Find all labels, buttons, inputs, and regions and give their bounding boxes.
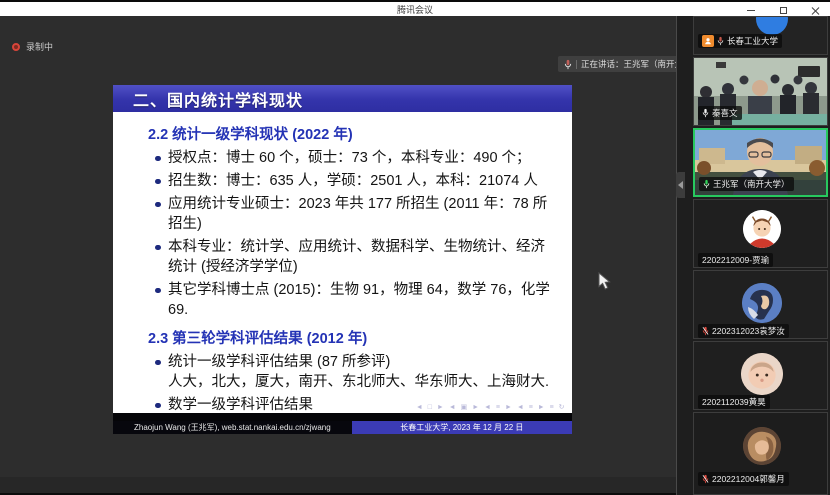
avatar — [743, 427, 781, 465]
bullet-line: 人大，北大，厦大，南开、东北师大、华东师大、上海财大. — [168, 372, 554, 392]
mic-icon — [702, 108, 709, 118]
recording-label: 录制中 — [26, 40, 53, 53]
shared-screen-area: 录制中 正在讲话：王兆军（南开大学）； 二、国内统计学科现状 2.2 统计一级学… — [0, 16, 676, 477]
participant-name-badge: 2202312023袁梦汝 — [698, 324, 789, 338]
mic-active-icon — [703, 179, 710, 189]
slide-body: 2.2 统计一级学科现状 (2022 年) 授权点：博士 60 个，硕士：73 … — [113, 112, 572, 413]
bullet-item: 应用统计专业硕士：2023 年共 177 所招生 (2011 年：78 所招生) — [155, 194, 554, 234]
host-icon — [702, 35, 714, 47]
participant-name-badge: 秦喜文 — [698, 106, 742, 120]
minimize-button[interactable] — [744, 4, 758, 16]
maximize-button[interactable] — [776, 4, 790, 16]
slide-title: 二、国内统计学科现状 — [133, 87, 303, 111]
mic-icon — [564, 59, 572, 70]
avatar — [743, 210, 781, 248]
participant-name: 王兆军（南开大学） — [713, 178, 790, 190]
window-title-bar: 腾讯会议 — [0, 0, 830, 16]
slide-footer: Zhaojun Wang (王兆军), web.stat.nankai.edu.… — [113, 421, 572, 434]
participant-name: 2202312023袁梦汝 — [712, 325, 785, 337]
participant-name: 长春工业大学 — [727, 35, 778, 47]
participant-name-badge: 长春工业大学 — [698, 34, 782, 48]
slide-title-bar: 二、国内统计学科现状 — [113, 85, 572, 112]
bullet-item: 本科专业：统计学、应用统计、数据科学、生物统计、经济统计 (授经济学学位) — [155, 237, 554, 277]
mic-icon — [717, 36, 724, 46]
participant-tile[interactable]: 2202212004郭馨月 — [693, 412, 828, 495]
bullet-item: 授权点：博士 60 个，硕士：73 个，本科专业：490 个； — [155, 148, 554, 168]
divider — [576, 60, 577, 69]
section-heading-22: 2.2 统计一级学科现状 (2022 年) — [148, 125, 562, 145]
participant-name-badge: 2202112039黄昊 — [698, 395, 770, 409]
participant-name: 2202212004郭馨月 — [712, 473, 785, 485]
footer-author: Zhaojun Wang (王兆军), web.stat.nankai.edu.… — [113, 421, 352, 434]
footer-venue-date: 长春工业大学, 2023 年 12 月 22 日 — [352, 421, 572, 434]
participant-tile[interactable]: 长春工业大学 — [693, 16, 828, 55]
participant-name: 秦喜文 — [712, 107, 738, 119]
participant-tile[interactable]: 秦喜文 — [693, 57, 828, 126]
presentation-slide: 二、国内统计学科现状 2.2 统计一级学科现状 (2022 年) 授权点：博士 … — [113, 85, 572, 434]
window-title: 腾讯会议 — [397, 3, 433, 16]
mouse-cursor — [598, 272, 611, 291]
record-dot-icon — [12, 43, 20, 51]
mic-muted-icon — [702, 326, 709, 336]
bullet-line: 统计一级学科评估结果 (87 所参评) — [168, 352, 554, 372]
participant-name-badge: 2202212009-贾瑜 — [698, 253, 773, 267]
meeting-window: 录制中 正在讲话：王兆军（南开大学）； 二、国内统计学科现状 2.2 统计一级学… — [0, 0, 830, 495]
participant-name: 2202212009-贾瑜 — [702, 254, 769, 266]
section-heading-23: 2.3 第三轮学科评估结果 (2012 年) — [148, 329, 562, 349]
participant-tile[interactable]: 2202112039黄昊 — [693, 341, 828, 410]
avatar — [742, 283, 782, 323]
slide-bottom-band — [113, 413, 572, 421]
participant-tile[interactable]: 2202212009-贾瑜 — [693, 199, 828, 268]
mic-muted-icon — [702, 474, 709, 484]
participant-tile-active-speaker[interactable]: 王兆军（南开大学） — [693, 128, 828, 197]
participant-name: 2202112039黄昊 — [702, 396, 766, 408]
bullet-item: 其它学科博士点 (2015)：生物 91，物理 64，数学 76，化学 69. — [155, 280, 554, 320]
chevron-left-icon — [678, 181, 683, 189]
bullet-item: 统计一级学科评估结果 (87 所参评) 人大，北大，厦大，南开、东北师大、华东师… — [155, 352, 554, 392]
recording-indicator[interactable]: 录制中 — [12, 40, 53, 53]
avatar — [756, 16, 788, 35]
close-button[interactable] — [808, 4, 822, 16]
participant-name-badge: 2202212004郭馨月 — [698, 472, 789, 486]
participant-name-badge: 王兆军（南开大学） — [699, 177, 794, 191]
participants-sidebar: 长春工业大学 秦喜文 — [676, 16, 830, 495]
sidebar-collapse-handle[interactable] — [676, 172, 685, 198]
avatar — [741, 353, 783, 395]
participant-tile[interactable]: 2202312023袁梦汝 — [693, 270, 828, 339]
beamer-navigation-icons: ◄ □ ► ◄ ▣ ► ◄ ≡ ► ◄ ≡ ► ≡ ↻ — [416, 403, 566, 411]
window-controls — [744, 3, 826, 17]
bullet-item: 招生数：博士：635 人，学硕：2501 人，本科：21074 人 — [155, 171, 554, 191]
